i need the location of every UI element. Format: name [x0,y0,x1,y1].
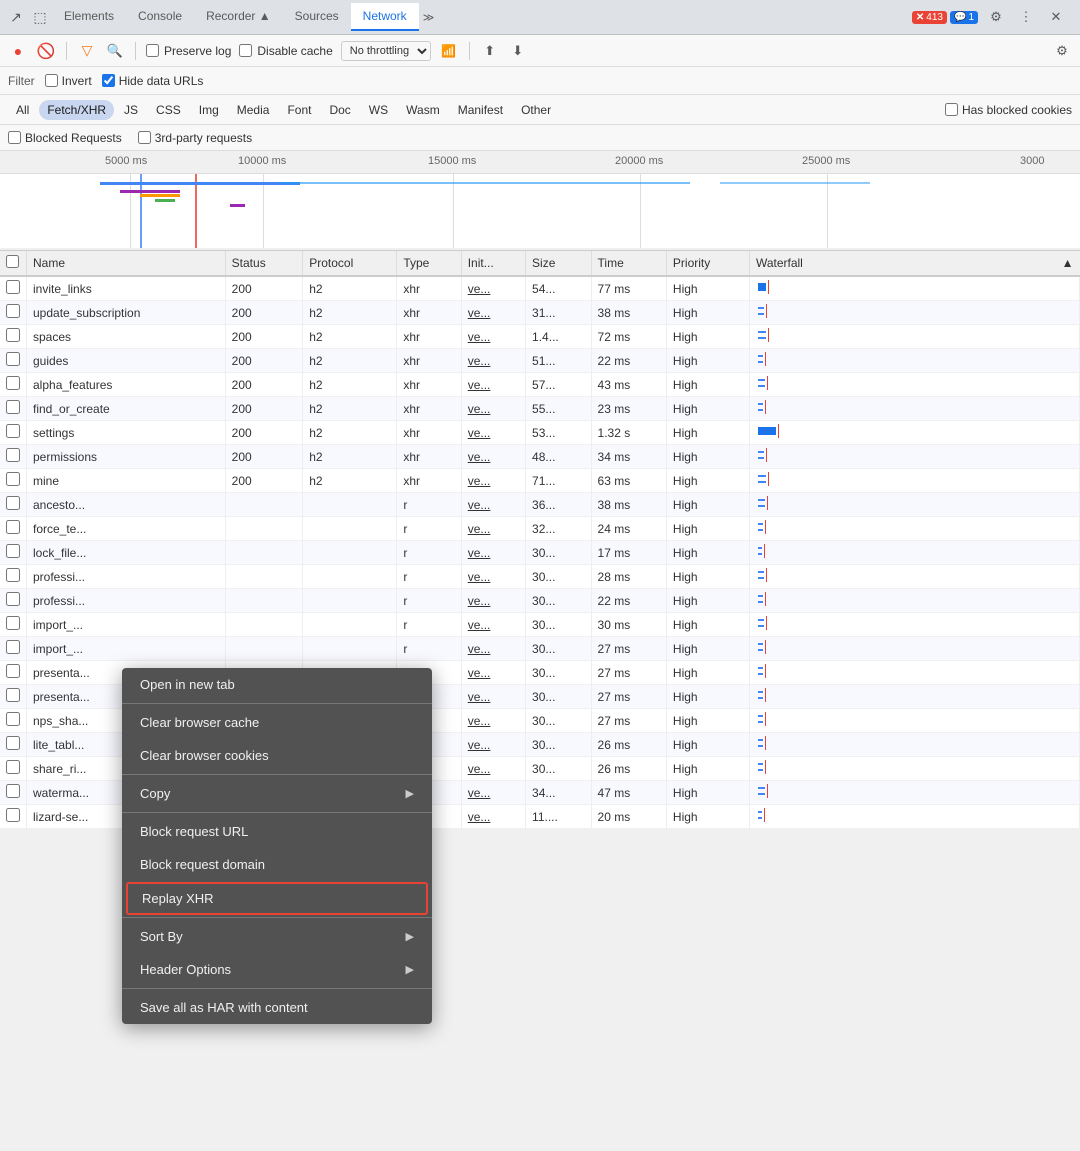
cm-save-har-label: Save all as HAR with content [140,1000,308,1015]
cm-replay-xhr-label: Replay XHR [142,891,214,906]
cm-save-har[interactable]: Save all as HAR with content [122,991,432,1024]
cm-block-url-label: Block request URL [140,824,248,839]
cm-clear-cache-label: Clear browser cache [140,715,259,730]
cm-sep-3 [122,812,432,813]
cm-header-options[interactable]: Header Options ▶ [122,953,432,986]
cm-block-domain-label: Block request domain [140,857,265,872]
cm-sep-4 [122,917,432,918]
cm-copy-label: Copy [140,786,170,801]
cm-header-options-label: Header Options [140,962,231,977]
cm-block-domain[interactable]: Block request domain [122,848,432,881]
cm-header-options-arrow: ▶ [406,963,414,976]
cm-clear-cache[interactable]: Clear browser cache [122,706,432,739]
cm-replay-xhr[interactable]: Replay XHR [126,882,428,915]
cm-copy[interactable]: Copy ▶ [122,777,432,810]
cm-sep-5 [122,988,432,989]
cm-open-new-tab[interactable]: Open in new tab [122,668,432,701]
cm-sort-by[interactable]: Sort By ▶ [122,920,432,953]
cm-sep-2 [122,774,432,775]
context-menu-overlay[interactable]: Open in new tab Clear browser cache Clea… [0,0,1080,1151]
cm-sort-by-label: Sort By [140,929,183,944]
cm-sort-by-arrow: ▶ [406,930,414,943]
cm-sep-1 [122,703,432,704]
cm-clear-cookies[interactable]: Clear browser cookies [122,739,432,772]
cm-open-new-tab-label: Open in new tab [140,677,235,692]
cm-block-url[interactable]: Block request URL [122,815,432,848]
cm-clear-cookies-label: Clear browser cookies [140,748,269,763]
cm-copy-arrow: ▶ [406,787,414,800]
context-menu: Open in new tab Clear browser cache Clea… [122,668,432,1024]
